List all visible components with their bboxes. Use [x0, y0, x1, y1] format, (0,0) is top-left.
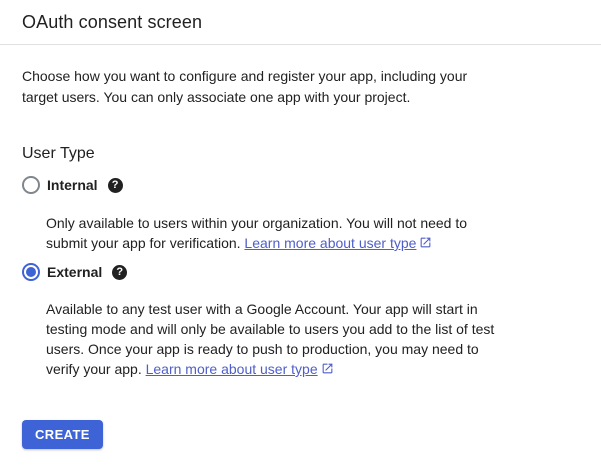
external-desc-line-2: testing mode and will only be available …: [46, 321, 494, 337]
internal-desc-line-2: submit your app for verification.: [46, 235, 241, 251]
intro-line-1: Choose how you want to configure and reg…: [22, 68, 467, 84]
help-glyph: ?: [112, 178, 119, 193]
create-button[interactable]: CREATE: [22, 420, 103, 449]
page-header: OAuth consent screen: [0, 0, 601, 45]
help-icon[interactable]: ?: [108, 178, 123, 193]
external-desc-line-3: users. Once your app is ready to push to…: [46, 341, 479, 357]
help-glyph: ?: [116, 265, 123, 280]
learn-more-link-text: Learn more about user type: [244, 235, 416, 251]
external-desc-line-4: verify your app.: [46, 361, 142, 377]
learn-more-link-external[interactable]: Learn more about user type: [146, 361, 334, 377]
help-icon[interactable]: ?: [112, 265, 127, 280]
open-in-new-icon: [419, 236, 432, 249]
external-desc-line-1: Available to any test user with a Google…: [46, 301, 478, 317]
internal-desc-line-1: Only available to users within your orga…: [46, 215, 467, 231]
radio-label-internal[interactable]: Internal: [47, 176, 98, 194]
radio-external[interactable]: [22, 263, 40, 281]
intro-line-2: target users. You can only associate one…: [22, 89, 410, 105]
external-description: Available to any test user with a Google…: [46, 299, 566, 379]
user-type-heading: User Type: [22, 143, 579, 164]
learn-more-link-internal[interactable]: Learn more about user type: [244, 235, 432, 251]
learn-more-link-text: Learn more about user type: [146, 361, 318, 377]
radio-option-internal[interactable]: Internal ?: [22, 176, 579, 194]
radio-label-external[interactable]: External: [47, 263, 102, 281]
radio-option-external[interactable]: External ?: [22, 263, 579, 281]
page-title: OAuth consent screen: [22, 12, 202, 33]
content: Choose how you want to configure and reg…: [0, 66, 601, 449]
radio-internal[interactable]: [22, 176, 40, 194]
intro-text: Choose how you want to configure and reg…: [22, 66, 579, 108]
internal-description: Only available to users within your orga…: [46, 213, 566, 253]
open-in-new-icon: [321, 362, 334, 375]
